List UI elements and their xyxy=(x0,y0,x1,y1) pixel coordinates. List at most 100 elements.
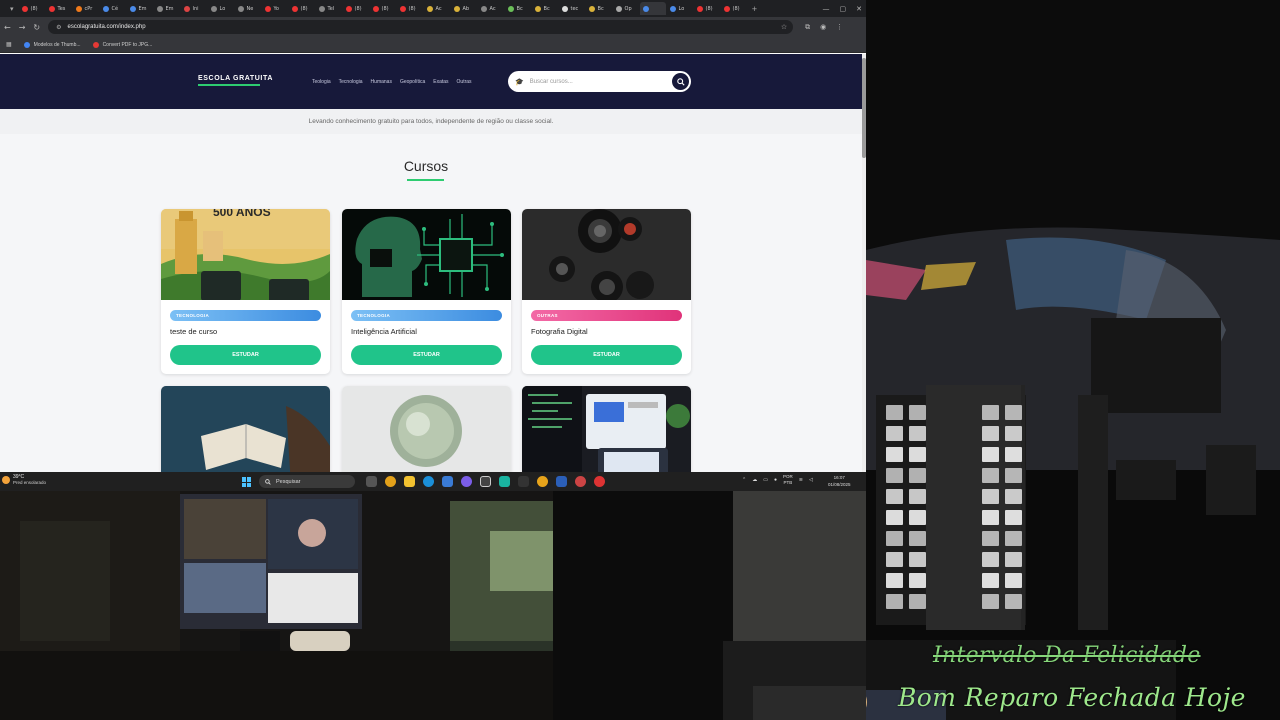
folder-icon[interactable]: ▭ xyxy=(763,477,768,483)
controller-pad xyxy=(1005,447,1022,462)
language-indicator[interactable]: POR PTB xyxy=(783,474,793,486)
forward-icon[interactable]: → xyxy=(19,23,26,32)
extensions-icon[interactable]: ⧉ xyxy=(805,23,810,32)
study-button[interactable]: ESTUDAR xyxy=(531,345,682,365)
course-title[interactable]: Inteligência Artificial xyxy=(351,327,417,336)
taskbar-clock[interactable]: 16:07 01/08/2025 xyxy=(828,474,851,488)
course-title[interactable]: teste de curso xyxy=(170,327,217,336)
tab-7[interactable]: Lo xyxy=(208,2,234,15)
tab-14[interactable]: (8) xyxy=(397,2,423,15)
nav-item-outras[interactable]: Outras xyxy=(457,79,472,85)
start-button[interactable] xyxy=(242,477,252,487)
microphone-icon[interactable]: ● xyxy=(774,477,777,483)
bookmark-star-icon[interactable]: ☆ xyxy=(781,23,787,31)
tab-favicon-icon xyxy=(723,5,730,12)
tab-17[interactable]: Ac xyxy=(478,2,504,15)
nav-item-exatas[interactable]: Exatas xyxy=(433,79,448,85)
store-icon[interactable] xyxy=(442,476,453,487)
chrome-icon[interactable] xyxy=(537,476,548,487)
course-image-history[interactable]: 500 ANOS xyxy=(161,209,330,300)
tab-22[interactable]: Op xyxy=(613,2,639,15)
apps-grid-icon[interactable]: ▦ xyxy=(6,41,12,48)
course-image-bible[interactable] xyxy=(161,386,330,472)
back-icon[interactable]: ← xyxy=(4,23,11,32)
tab-18[interactable]: Bc xyxy=(505,2,531,15)
tab-25[interactable]: (8) xyxy=(694,2,720,15)
close-icon[interactable]: ✕ xyxy=(856,5,862,13)
nav-item-humanas[interactable]: Humanas xyxy=(371,79,392,85)
url-text: escolagratuita.com/index.php xyxy=(67,24,146,30)
volume-icon[interactable]: ◁ xyxy=(809,477,813,483)
menu-icon[interactable]: ⋮ xyxy=(836,23,843,32)
course-image-ai[interactable] xyxy=(342,209,511,300)
tab-21[interactable]: Bc xyxy=(586,2,612,15)
tab-2[interactable]: cPr xyxy=(73,2,99,15)
tab-5[interactable]: Em xyxy=(154,2,180,15)
maximize-icon[interactable]: ▢ xyxy=(840,5,847,13)
tab-13[interactable]: (8) xyxy=(370,2,396,15)
tab-4[interactable]: Em xyxy=(127,2,153,15)
study-button[interactable]: ESTUDAR xyxy=(351,345,502,365)
search-button[interactable] xyxy=(672,73,689,90)
tab-1[interactable]: Tes xyxy=(46,2,72,15)
new-tab-button[interactable]: + xyxy=(748,5,762,13)
site-info-icon[interactable]: ⚙ xyxy=(56,24,61,31)
tab-15[interactable]: Ac xyxy=(424,2,450,15)
tab-26[interactable]: (8) xyxy=(721,2,747,15)
profile-icon[interactable]: ◉ xyxy=(820,23,826,32)
tab-8[interactable]: Ne xyxy=(235,2,261,15)
weather-widget[interactable]: 39°C Pred ensolarado xyxy=(2,474,46,486)
course-search-input[interactable]: 🎓 Buscar cursos... xyxy=(508,71,691,92)
course-title[interactable]: Fotografia Digital xyxy=(531,327,588,336)
course-image-coding[interactable] xyxy=(522,386,691,472)
course-card-1: 500 ANOS TECNOLOGIA teste de curso ESTUD… xyxy=(161,209,330,374)
tab-20[interactable]: tec xyxy=(559,2,585,15)
app-icon[interactable] xyxy=(575,476,586,487)
window-controls: — ▢ ✕ xyxy=(823,0,863,17)
course-card-4 xyxy=(161,386,330,472)
word-icon[interactable] xyxy=(556,476,567,487)
category-badge: OUTRAS xyxy=(531,310,682,321)
tab-6[interactable]: Ini xyxy=(181,2,207,15)
tab-12[interactable]: (8) xyxy=(343,2,369,15)
chrome-icon[interactable] xyxy=(385,476,396,487)
course-image-photography[interactable] xyxy=(522,209,691,300)
chevron-up-icon[interactable]: ⌃ xyxy=(742,477,746,483)
tab-favicon-icon xyxy=(48,5,55,12)
obs-icon[interactable] xyxy=(480,476,491,487)
tab-16[interactable]: Ab xyxy=(451,2,477,15)
task-view-icon[interactable] xyxy=(366,476,377,487)
app-icon[interactable] xyxy=(594,476,605,487)
app-icon[interactable] xyxy=(518,476,529,487)
site-logo[interactable]: ESCOLA GRATUITA xyxy=(198,75,273,82)
address-bar[interactable]: ⚙ escolagratuita.com/index.php ☆ xyxy=(48,20,794,34)
tab-11[interactable]: Tel xyxy=(316,2,342,15)
nav-item-geopolitica[interactable]: Geopolítica xyxy=(400,79,425,85)
tab-0[interactable]: (8) xyxy=(19,2,45,15)
tab-3[interactable]: Cé xyxy=(100,2,126,15)
minimize-icon[interactable]: — xyxy=(823,5,830,13)
wifi-icon[interactable]: ≋ xyxy=(799,477,803,483)
nav-item-teologia[interactable]: Teologia xyxy=(312,79,331,85)
bookmark-item-1[interactable]: Convert PDF to JPG... xyxy=(92,41,152,48)
nav-item-tecnologia[interactable]: Tecnologia xyxy=(339,79,363,85)
controller-pad xyxy=(1005,531,1022,546)
discord-icon[interactable] xyxy=(461,476,472,487)
tab-favicon-icon xyxy=(642,5,649,12)
tab-24[interactable]: Lo xyxy=(667,2,693,15)
edge-icon[interactable] xyxy=(423,476,434,487)
course-image-money-sphere[interactable] xyxy=(342,386,511,472)
tab-19[interactable]: Bc xyxy=(532,2,558,15)
taskbar-search[interactable]: Pesquisar xyxy=(259,475,355,488)
tab-favicon-icon xyxy=(21,5,28,12)
study-button[interactable]: ESTUDAR xyxy=(170,345,321,365)
bookmark-item-0[interactable]: Modelos de Thumb... xyxy=(23,41,81,48)
cloud-icon[interactable]: ☁ xyxy=(752,477,757,483)
file-explorer-icon[interactable] xyxy=(404,476,415,487)
tab-23[interactable] xyxy=(639,2,666,15)
reload-icon[interactable]: ↻ xyxy=(33,23,40,32)
tab-9[interactable]: Yo xyxy=(262,2,288,15)
app-icon[interactable] xyxy=(499,476,510,487)
tab-search-icon[interactable]: ▾ xyxy=(6,5,18,13)
tab-10[interactable]: (8) xyxy=(289,2,315,15)
